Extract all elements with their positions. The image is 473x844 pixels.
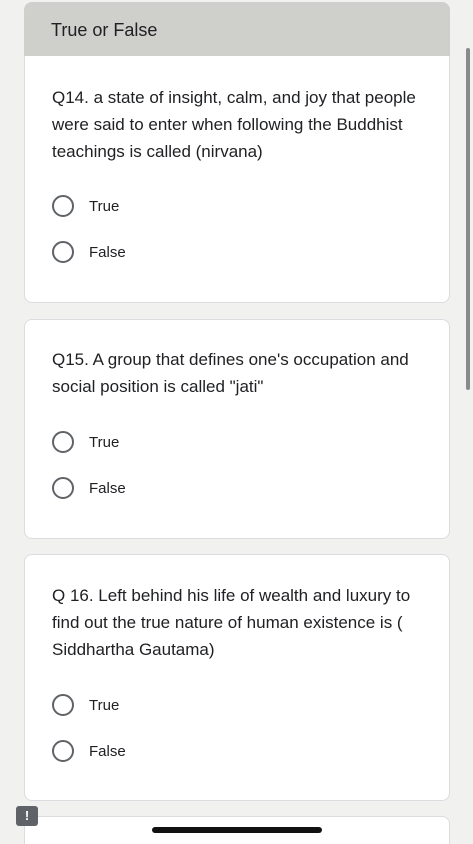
option-label: True [89, 197, 120, 215]
radio-button[interactable] [52, 241, 74, 263]
radio-button[interactable] [52, 694, 74, 716]
option-false[interactable]: False [52, 476, 126, 500]
option-label: False [89, 243, 126, 261]
option-label: False [89, 479, 126, 497]
option-label: True [89, 696, 120, 714]
option-label: False [89, 742, 126, 760]
section-title: True or False [51, 20, 158, 40]
question-card-q14: Q14. a state of insight, calm, and joy t… [24, 56, 450, 303]
option-false[interactable]: False [52, 240, 126, 264]
question-text: Q 16. Left behind his life of wealth and… [52, 586, 411, 659]
question-card-q16: Q 16. Left behind his life of wealth and… [24, 554, 450, 801]
option-false[interactable]: False [52, 739, 126, 763]
option-true[interactable]: True [52, 194, 119, 218]
option-true[interactable]: True [52, 693, 119, 717]
feedback-icon[interactable]: ! [16, 806, 38, 826]
radio-button[interactable] [52, 431, 74, 453]
form-page: True or False Q14. a state of insight, c… [0, 0, 473, 844]
question-text: Q15. A group that defines one's occupati… [52, 350, 409, 396]
section-header: True or False [24, 2, 450, 56]
question-card-q15: Q15. A group that defines one's occupati… [24, 319, 450, 539]
option-label: True [89, 433, 120, 451]
radio-button[interactable] [52, 477, 74, 499]
question-text: Q14. a state of insight, calm, and joy t… [52, 88, 416, 161]
radio-button[interactable] [52, 740, 74, 762]
option-true[interactable]: True [52, 430, 119, 454]
radio-button[interactable] [52, 195, 74, 217]
scrollbar[interactable] [466, 48, 470, 390]
home-indicator[interactable] [152, 827, 322, 833]
